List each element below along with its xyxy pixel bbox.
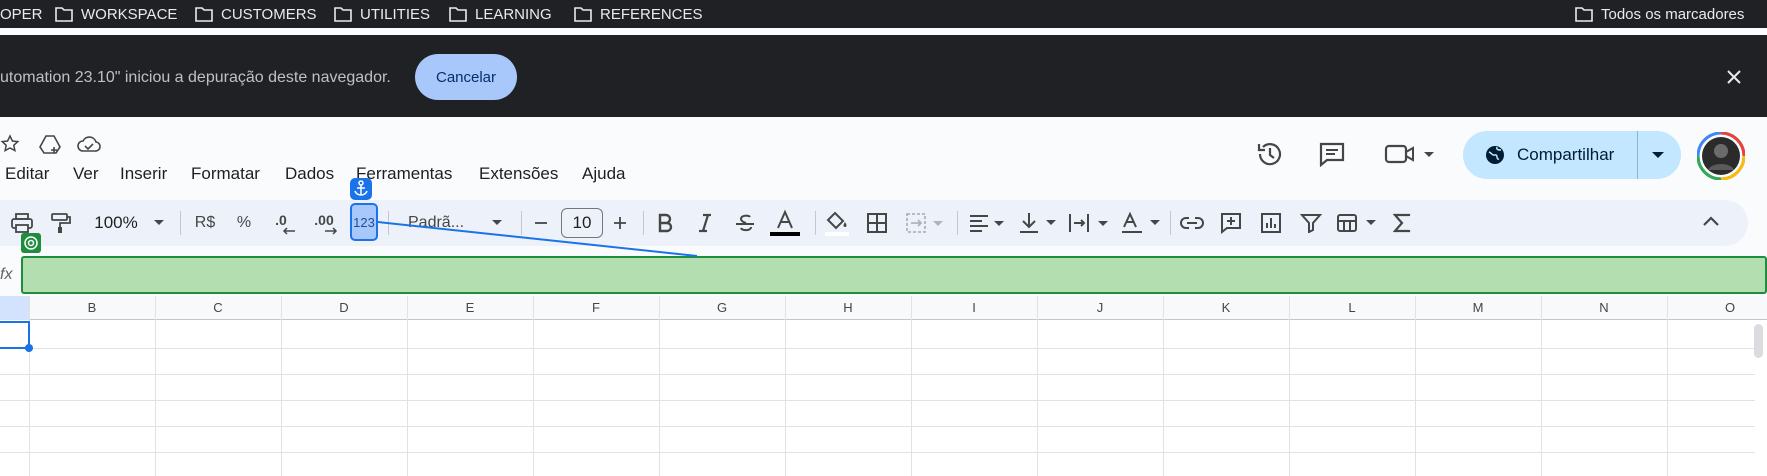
anchor-icon (350, 178, 372, 200)
annotation-connector-line (377, 221, 698, 257)
target-icon (21, 233, 41, 253)
